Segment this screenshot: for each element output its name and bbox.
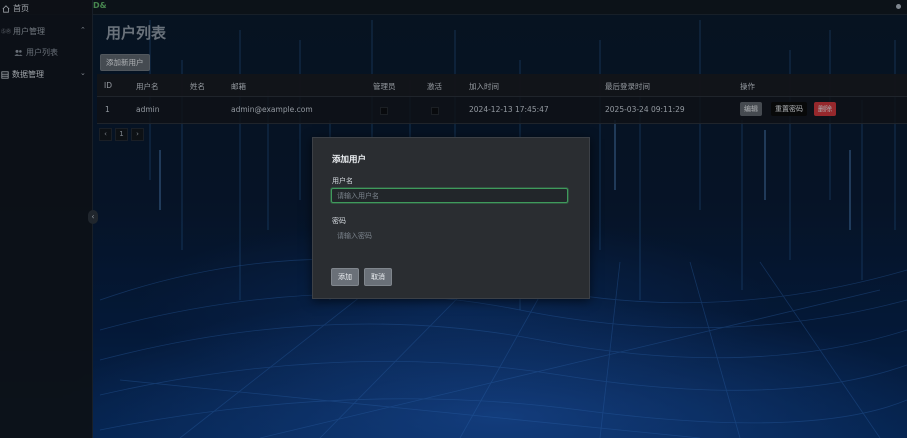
- add-submit-button[interactable]: 添加: [331, 268, 359, 286]
- username-label: 用户名: [332, 177, 353, 185]
- add-user-dialog: 添加用户 用户名 密码 添加 取消: [312, 137, 590, 299]
- username-input[interactable]: [331, 188, 568, 203]
- dialog-title: 添加用户: [332, 155, 367, 165]
- password-label: 密码: [332, 217, 346, 225]
- cancel-button[interactable]: 取消: [364, 268, 392, 286]
- password-input[interactable]: [331, 228, 568, 243]
